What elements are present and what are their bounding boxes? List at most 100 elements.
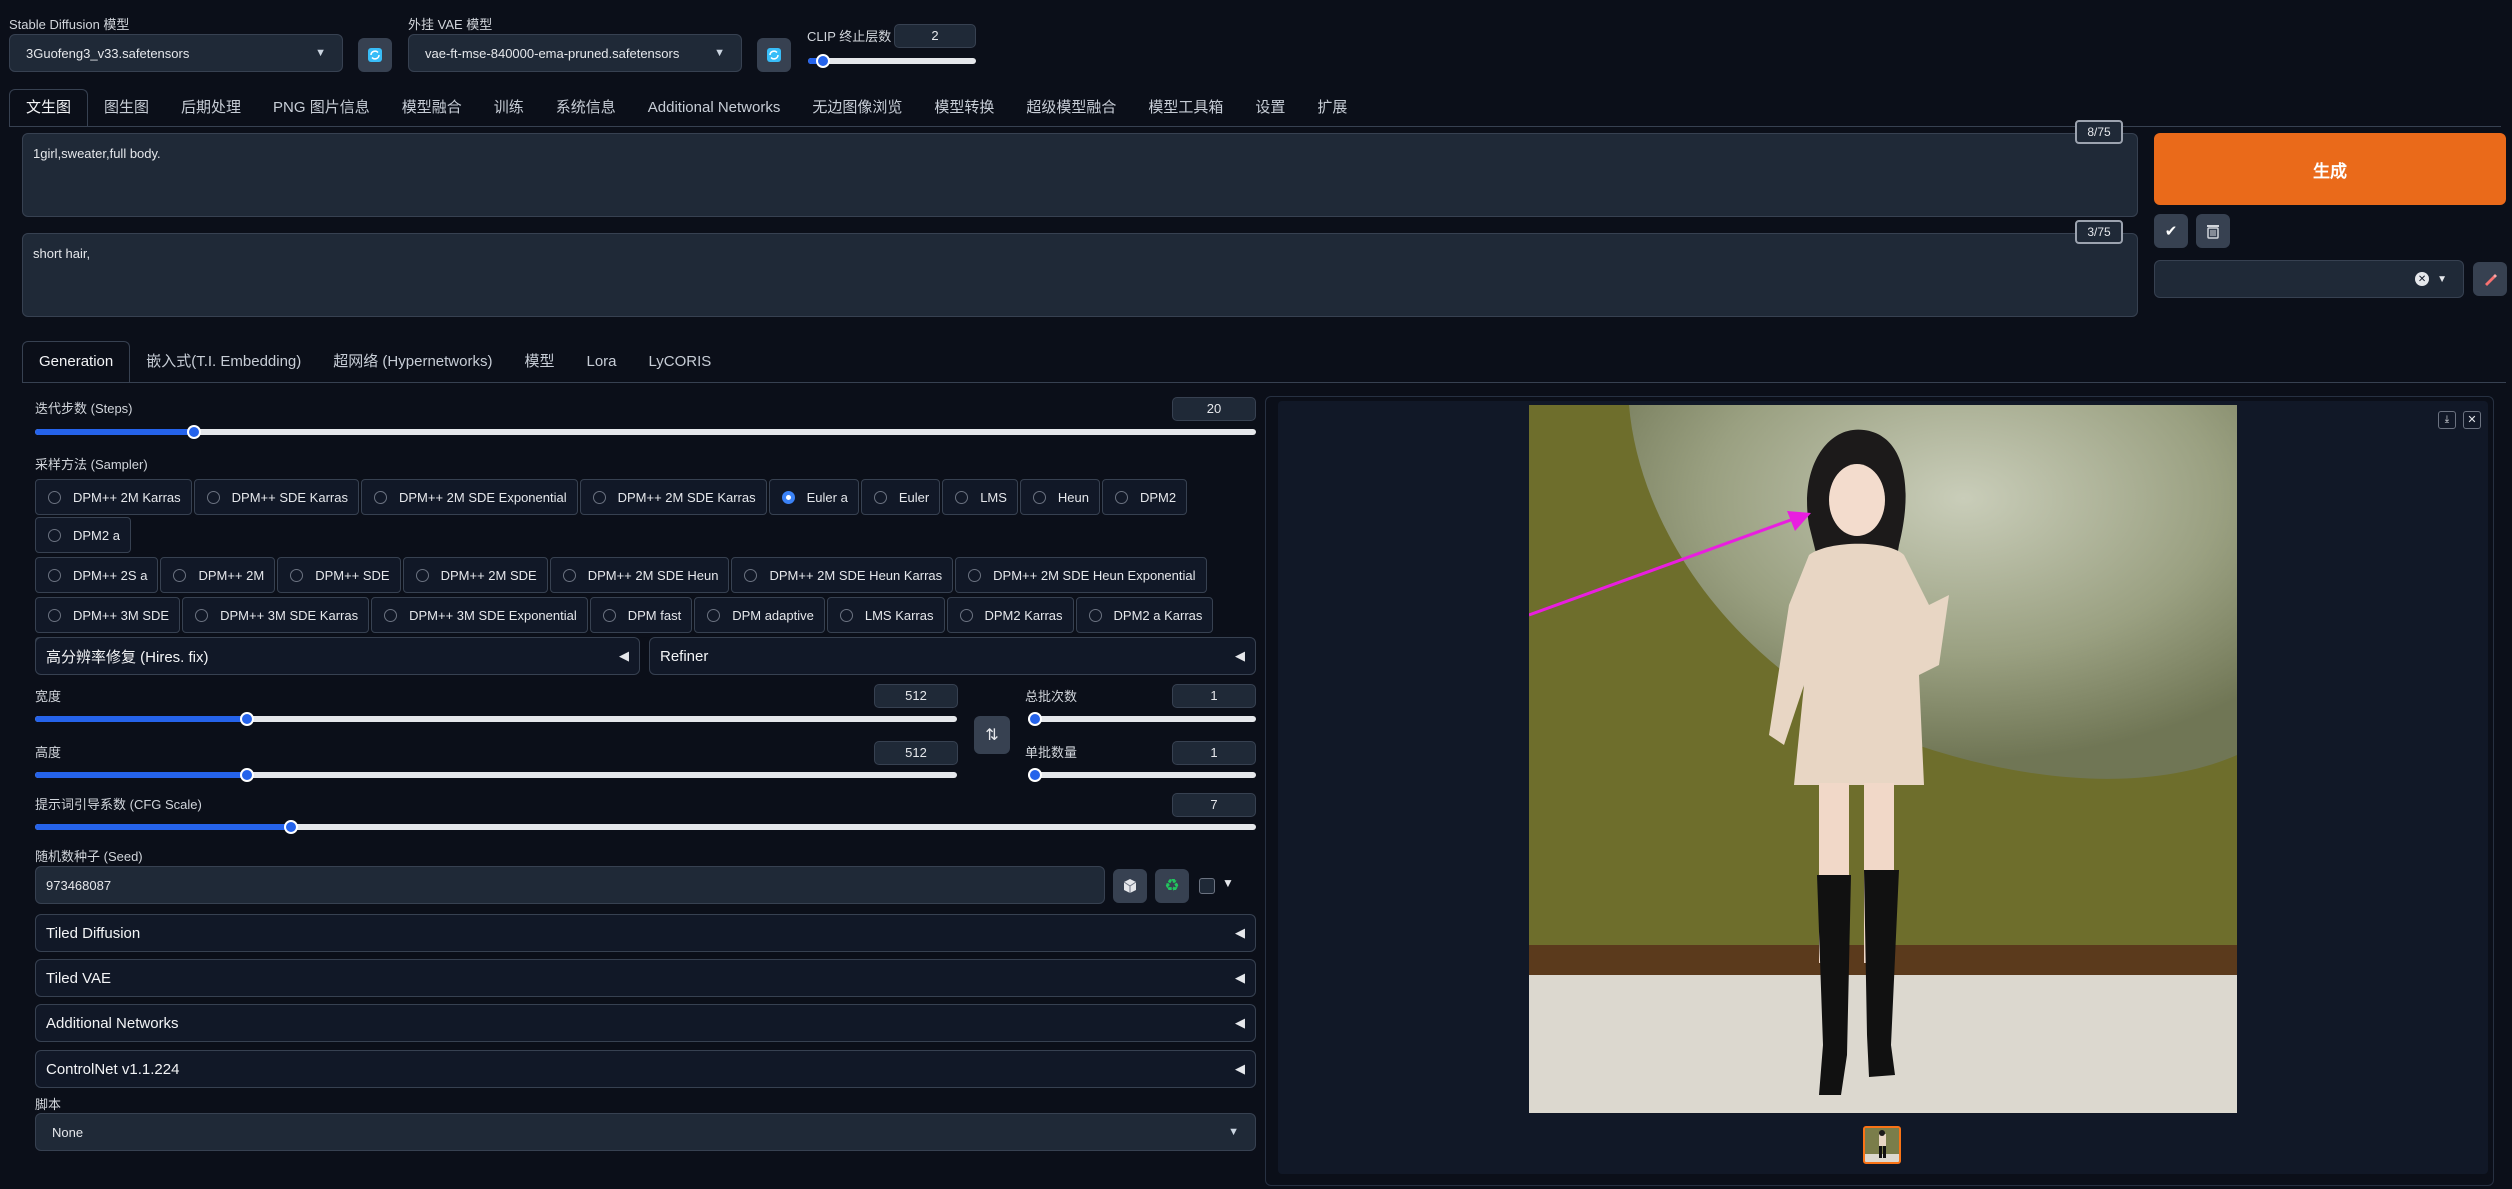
clip-skip-slider[interactable] (808, 54, 976, 68)
tab-merge[interactable]: 模型融合 (386, 90, 478, 126)
sampler-option[interactable]: DPM++ 2M SDE Heun Exponential (955, 557, 1207, 593)
prompt-textarea[interactable]: 1girl,sweater,full body. (22, 133, 2138, 217)
tab-model-toolkit[interactable]: 模型工具箱 (1132, 90, 1239, 126)
sampler-option[interactable]: DPM++ 2M SDE Heun Karras (731, 557, 954, 593)
styles-select[interactable]: ✕ ▼ (2154, 260, 2464, 298)
controlnet-accordion[interactable]: ControlNet v1.1.224 ◀ (35, 1050, 1256, 1088)
radio-button[interactable] (1088, 608, 1102, 622)
radio-button[interactable] (602, 608, 616, 622)
tiled-diffusion-accordion[interactable]: Tiled Diffusion ◀ (35, 914, 1256, 952)
tab-super-merge[interactable]: 超级模型融合 (1010, 90, 1132, 126)
cfg-input[interactable]: 7 (1172, 793, 1256, 817)
radio-button[interactable] (415, 568, 429, 582)
radio-button[interactable] (173, 568, 187, 582)
radio-button[interactable] (1032, 490, 1046, 504)
subtab-lycoris[interactable]: LyCORIS (633, 342, 728, 382)
sampler-option[interactable]: DPM2 (1102, 479, 1188, 515)
sampler-option[interactable]: Euler (860, 479, 941, 515)
random-seed-button[interactable] (1113, 869, 1147, 903)
steps-slider[interactable] (35, 425, 1256, 439)
batch-count-input[interactable]: 1 (1172, 684, 1256, 708)
radio-button[interactable] (562, 568, 576, 582)
tab-txt2img[interactable]: 文生图 (9, 89, 89, 126)
clear-prompt-button[interactable] (2196, 214, 2230, 248)
tab-extensions[interactable]: 扩展 (1301, 90, 1363, 126)
seed-input[interactable]: 973468087 (35, 866, 1105, 904)
radio-button[interactable] (781, 490, 795, 504)
radio-button[interactable] (290, 568, 304, 582)
extra-seed-toggle-icon[interactable]: ▼ (1222, 876, 1234, 890)
radio-button[interactable] (206, 490, 220, 504)
radio-button[interactable] (592, 490, 606, 504)
radio-button[interactable] (1115, 490, 1128, 504)
reuse-seed-button[interactable]: ♻ (1155, 869, 1189, 903)
batch-count-slider[interactable] (1028, 712, 1256, 726)
clear-icon[interactable]: ✕ (2415, 272, 2430, 286)
radio-button[interactable] (48, 490, 61, 504)
subtab-models[interactable]: 模型 (508, 342, 570, 382)
download-icon[interactable]: ⤓ (2438, 411, 2456, 429)
edit-styles-button[interactable] (2473, 262, 2507, 296)
radio-button[interactable] (48, 528, 61, 542)
sampler-option[interactable]: LMS Karras (826, 597, 945, 633)
sampler-option[interactable]: DPM adaptive (694, 597, 825, 633)
tiled-vae-accordion[interactable]: Tiled VAE ◀ (35, 959, 1256, 997)
radio-button[interactable] (955, 490, 969, 504)
radio-button[interactable] (384, 608, 398, 622)
radio-button[interactable] (744, 568, 758, 582)
subtab-hypernetworks[interactable]: 超网络 (Hypernetworks) (317, 342, 508, 382)
sampler-option[interactable]: DPM++ 3M SDE Exponential (371, 597, 588, 633)
width-slider[interactable] (35, 712, 957, 726)
subtab-lora[interactable]: Lora (570, 342, 632, 382)
sampler-option[interactable]: DPM2 a Karras (1075, 597, 1214, 633)
close-icon[interactable]: ✕ (2463, 411, 2481, 429)
negative-prompt-textarea[interactable]: short hair, (22, 233, 2138, 317)
sampler-option[interactable]: DPM++ 2S a (35, 557, 159, 593)
batch-size-slider[interactable] (1028, 768, 1256, 782)
sampler-option[interactable]: DPM++ 2M SDE (402, 557, 548, 593)
vae-select[interactable]: vae-ft-mse-840000-ema-pruned.safetensors… (408, 34, 742, 72)
sd-model-select[interactable]: 3Guofeng3_v33.safetensors ▼ (9, 34, 343, 72)
subtab-generation[interactable]: Generation (22, 341, 131, 382)
radio-button[interactable] (968, 568, 982, 582)
script-select[interactable]: None ▼ (35, 1113, 1256, 1151)
generated-image[interactable] (1529, 405, 2237, 1113)
tab-infinite-browser[interactable]: 无边图像浏览 (796, 90, 918, 126)
sampler-option[interactable]: DPM++ 3M SDE (35, 597, 181, 633)
radio-button[interactable] (195, 608, 209, 622)
radio-button[interactable] (873, 490, 887, 504)
hires-fix-accordion[interactable]: 高分辨率修复 (Hires. fix) ◀ (35, 637, 640, 675)
sampler-option[interactable]: LMS (942, 479, 1018, 515)
extra-seed-checkbox[interactable] (1199, 878, 1215, 894)
height-input[interactable]: 512 (874, 741, 958, 765)
refresh-model-button[interactable] (358, 38, 392, 72)
apply-styles-button[interactable]: ✔ (2154, 214, 2188, 248)
tab-png-info[interactable]: PNG 图片信息 (257, 90, 386, 126)
radio-button[interactable] (48, 608, 61, 622)
sampler-option[interactable]: Heun (1019, 479, 1100, 515)
width-input[interactable]: 512 (874, 684, 958, 708)
subtab-embedding[interactable]: 嵌入式(T.I. Embedding) (130, 342, 317, 382)
radio-button[interactable] (959, 608, 973, 622)
sampler-option[interactable]: DPM++ 2M SDE Karras (579, 479, 767, 515)
tab-additional-networks[interactable]: Additional Networks (632, 90, 797, 126)
sampler-option[interactable]: DPM fast (589, 597, 693, 633)
steps-input[interactable]: 20 (1172, 397, 1256, 421)
radio-button[interactable] (48, 568, 61, 582)
sampler-option[interactable]: DPM2 Karras (946, 597, 1074, 633)
sampler-option[interactable]: Euler a (768, 479, 859, 515)
tab-img2img[interactable]: 图生图 (88, 90, 165, 126)
generate-button[interactable]: 生成 (2154, 133, 2506, 205)
tab-model-convert[interactable]: 模型转换 (918, 90, 1010, 126)
clip-skip-input[interactable]: 2 (894, 24, 976, 48)
gallery-thumbnail[interactable] (1863, 1126, 1901, 1164)
sampler-option[interactable]: DPM++ SDE Karras (193, 479, 359, 515)
sampler-option[interactable]: DPM++ 2M (160, 557, 276, 593)
additional-networks-accordion[interactable]: Additional Networks ◀ (35, 1004, 1256, 1042)
batch-size-input[interactable]: 1 (1172, 741, 1256, 765)
tab-train[interactable]: 训练 (478, 90, 540, 126)
cfg-slider[interactable] (35, 820, 1256, 834)
radio-button[interactable] (839, 608, 853, 622)
swap-dimensions-button[interactable]: ⇅ (974, 716, 1010, 754)
sampler-option[interactable]: DPM2 a (35, 517, 131, 553)
